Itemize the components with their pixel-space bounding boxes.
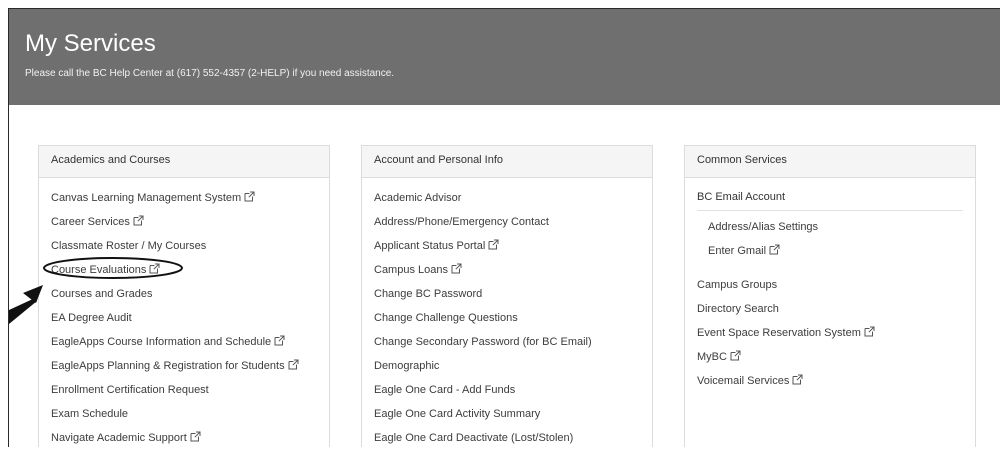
annotation-overlay (9, 257, 183, 324)
bottom-strip (0, 447, 1000, 460)
page-frame: My Services Please call the BC Help Cent… (8, 8, 1000, 449)
pointer-arrow-icon (9, 285, 43, 324)
highlight-ellipse (43, 257, 183, 279)
